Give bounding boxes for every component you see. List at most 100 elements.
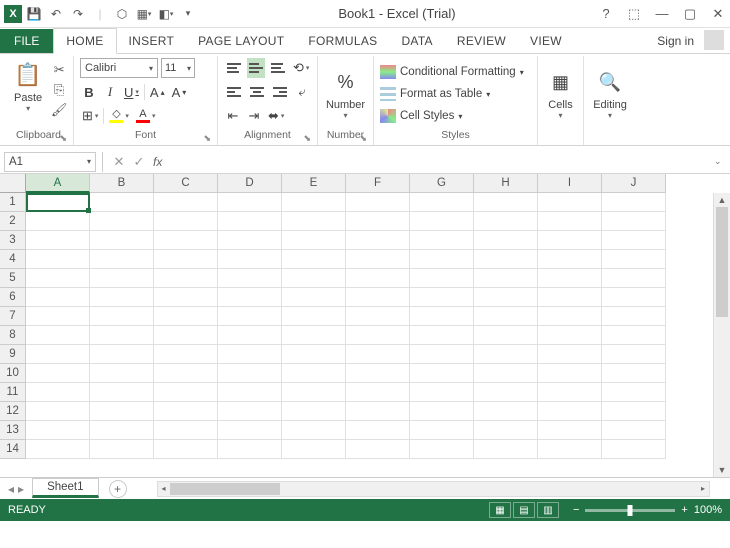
- cell[interactable]: [346, 345, 410, 364]
- help-icon[interactable]: ?: [598, 6, 614, 22]
- cell[interactable]: [154, 421, 218, 440]
- cell[interactable]: [410, 288, 474, 307]
- decrease-indent-icon[interactable]: ⇤: [224, 106, 242, 126]
- row-header[interactable]: 1: [0, 193, 26, 212]
- cell[interactable]: [474, 250, 538, 269]
- expand-formula-bar-icon[interactable]: ⌄: [714, 156, 730, 167]
- cell[interactable]: [346, 421, 410, 440]
- cell[interactable]: [218, 193, 282, 212]
- qat-icon[interactable]: ▦▾: [136, 6, 152, 22]
- zoom-out-icon[interactable]: −: [573, 504, 579, 516]
- cell[interactable]: [218, 212, 282, 231]
- zoom-level[interactable]: 100%: [694, 504, 722, 516]
- cell[interactable]: [410, 402, 474, 421]
- qat-icon[interactable]: ⬡: [114, 6, 130, 22]
- cell[interactable]: [538, 231, 602, 250]
- cancel-formula-icon[interactable]: ✕: [109, 154, 129, 170]
- cell[interactable]: [410, 326, 474, 345]
- row-header[interactable]: 8: [0, 326, 26, 345]
- cell[interactable]: [474, 421, 538, 440]
- cell[interactable]: [346, 250, 410, 269]
- row-header[interactable]: 3: [0, 231, 26, 250]
- column-header[interactable]: D: [218, 174, 282, 193]
- cell[interactable]: [538, 364, 602, 383]
- cell[interactable]: [474, 288, 538, 307]
- cell[interactable]: [154, 326, 218, 345]
- copy-icon[interactable]: ⎘: [50, 82, 68, 98]
- cell[interactable]: [154, 440, 218, 459]
- cell[interactable]: [218, 326, 282, 345]
- cell[interactable]: [154, 193, 218, 212]
- horizontal-scrollbar[interactable]: ◂ ▸: [157, 481, 710, 497]
- cell[interactable]: [346, 307, 410, 326]
- maximize-icon[interactable]: ▢: [682, 6, 698, 22]
- cell[interactable]: [26, 383, 90, 402]
- cell[interactable]: [90, 364, 154, 383]
- scroll-up-icon[interactable]: ▲: [714, 193, 730, 207]
- tab-file[interactable]: FILE: [0, 29, 53, 53]
- column-header[interactable]: H: [474, 174, 538, 193]
- cell[interactable]: [474, 231, 538, 250]
- cell[interactable]: [282, 269, 346, 288]
- cell[interactable]: [154, 269, 218, 288]
- merge-center-icon[interactable]: ⬌▾: [266, 106, 286, 126]
- cell[interactable]: [602, 269, 666, 288]
- cell[interactable]: [602, 250, 666, 269]
- cell[interactable]: [538, 269, 602, 288]
- cell[interactable]: [602, 231, 666, 250]
- cell[interactable]: [282, 383, 346, 402]
- tab-page-layout[interactable]: PAGE LAYOUT: [186, 29, 296, 53]
- cell[interactable]: [346, 440, 410, 459]
- cell[interactable]: [154, 345, 218, 364]
- cell[interactable]: [346, 364, 410, 383]
- scroll-down-icon[interactable]: ▼: [714, 463, 730, 477]
- sheet-nav-next-icon[interactable]: ▸: [18, 482, 24, 496]
- tab-view[interactable]: VIEW: [518, 29, 574, 53]
- cell[interactable]: [26, 212, 90, 231]
- column-header[interactable]: B: [90, 174, 154, 193]
- underline-button[interactable]: U▾: [122, 82, 141, 102]
- cell[interactable]: [410, 212, 474, 231]
- align-left-icon[interactable]: [224, 82, 244, 102]
- cell[interactable]: [410, 440, 474, 459]
- cell[interactable]: [410, 250, 474, 269]
- sheet-tab[interactable]: Sheet1: [32, 478, 98, 498]
- cell[interactable]: [602, 402, 666, 421]
- decrease-font-icon[interactable]: A▾: [170, 82, 189, 102]
- cell[interactable]: [26, 250, 90, 269]
- tab-data[interactable]: DATA: [389, 29, 444, 53]
- zoom-slider[interactable]: [585, 509, 675, 512]
- scroll-thumb[interactable]: [170, 483, 280, 495]
- cell[interactable]: [90, 231, 154, 250]
- cell[interactable]: [602, 440, 666, 459]
- cell[interactable]: [90, 421, 154, 440]
- cell[interactable]: [218, 402, 282, 421]
- cell[interactable]: [90, 326, 154, 345]
- column-header[interactable]: C: [154, 174, 218, 193]
- cut-icon[interactable]: ✂: [50, 62, 68, 78]
- cell[interactable]: [218, 345, 282, 364]
- cell[interactable]: [218, 250, 282, 269]
- increase-indent-icon[interactable]: ⇥: [245, 106, 263, 126]
- tab-formulas[interactable]: FORMULAS: [296, 29, 389, 53]
- cell[interactable]: [154, 383, 218, 402]
- tab-home[interactable]: HOME: [53, 28, 116, 54]
- borders-button[interactable]: ⊞▾: [80, 106, 100, 126]
- wrap-text-icon[interactable]: ⤶: [293, 82, 311, 102]
- cell[interactable]: [90, 269, 154, 288]
- align-right-icon[interactable]: [270, 82, 290, 102]
- scroll-right-icon[interactable]: ▸: [697, 482, 709, 496]
- cell[interactable]: [602, 307, 666, 326]
- sign-in-link[interactable]: Sign in: [651, 29, 700, 53]
- cell[interactable]: [538, 212, 602, 231]
- cell[interactable]: [90, 212, 154, 231]
- page-break-view-icon[interactable]: ▥: [537, 502, 559, 518]
- cell[interactable]: [154, 250, 218, 269]
- cell[interactable]: [602, 345, 666, 364]
- cell[interactable]: [602, 383, 666, 402]
- tab-review[interactable]: REVIEW: [445, 29, 518, 53]
- cell[interactable]: [154, 288, 218, 307]
- font-color-button[interactable]: A▾: [134, 106, 158, 126]
- formula-input[interactable]: [166, 152, 714, 172]
- cell[interactable]: [90, 345, 154, 364]
